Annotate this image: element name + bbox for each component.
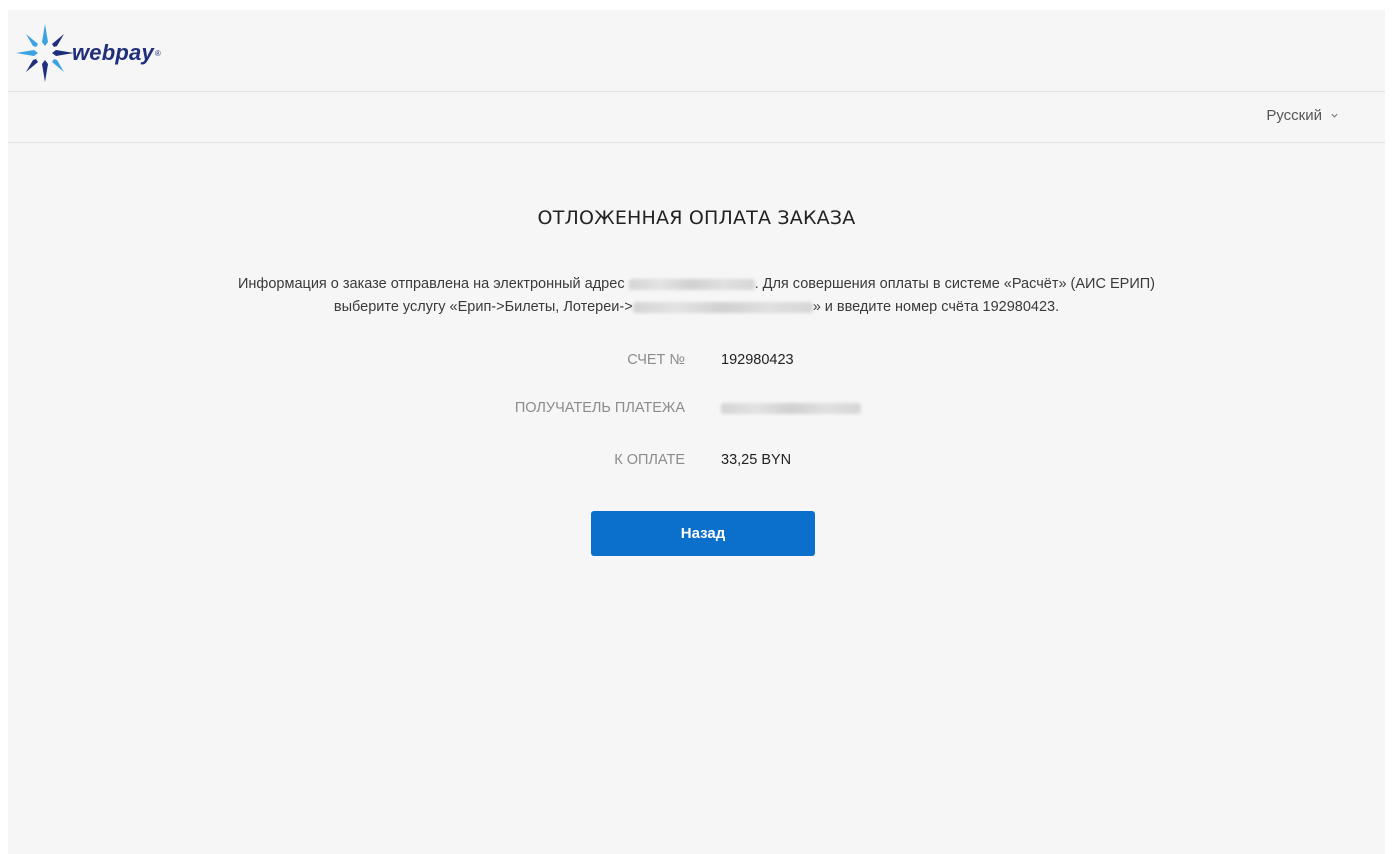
info-text-part2: . Для совершения оплаты в системе «Расчё… bbox=[754, 276, 1155, 292]
chevron-down-icon bbox=[1331, 113, 1338, 118]
detail-row-recipient: ПОЛУЧАТЕЛЬ ПЛАТЕЖА bbox=[8, 400, 1385, 422]
amount-value: 33,25 BYN bbox=[721, 452, 792, 468]
recipient-label: ПОЛУЧАТЕЛЬ ПЛАТЕЖА bbox=[514, 400, 685, 416]
webpay-logo[interactable]: webpay ® bbox=[16, 22, 161, 84]
detail-row-account: СЧЕТ № 192980423 bbox=[8, 352, 1385, 374]
account-label: СЧЕТ № bbox=[627, 352, 685, 368]
amount-label: К ОПЛАТЕ bbox=[614, 452, 685, 468]
account-value: 192980423 bbox=[721, 352, 794, 368]
redacted-service bbox=[632, 301, 813, 313]
info-message: Информация о заказе отправлена на электр… bbox=[158, 273, 1235, 319]
redacted-email bbox=[628, 278, 755, 290]
info-text-part1: Информация о заказе отправлена на электр… bbox=[238, 276, 629, 292]
redacted-recipient bbox=[721, 402, 861, 414]
info-text-part3: выберите услугу «Ерип->Билеты, Лотереи-> bbox=[333, 299, 633, 315]
payment-frame: webpay ® Русский ОТЛОЖЕННАЯ ОПЛАТА ЗАКАЗ… bbox=[8, 10, 1385, 854]
detail-row-amount: К ОПЛАТЕ 33,25 BYN bbox=[8, 452, 1385, 474]
header: webpay ® bbox=[8, 10, 1385, 92]
registered-mark: ® bbox=[154, 48, 161, 58]
language-bar: Русский bbox=[8, 92, 1385, 143]
language-selector[interactable]: Русский bbox=[1266, 107, 1339, 124]
info-text-part4: » и введите номер счёта 192980423. bbox=[812, 299, 1060, 315]
recipient-value bbox=[721, 400, 861, 416]
logo-text: webpay bbox=[72, 40, 154, 65]
page-title: ОТЛОЖЕННАЯ ОПЛАТА ЗАКАЗА bbox=[537, 207, 856, 229]
back-button[interactable]: Назад bbox=[591, 511, 815, 556]
star-logo-icon bbox=[16, 24, 74, 82]
page: webpay ® Русский ОТЛОЖЕННАЯ ОПЛАТА ЗАКАЗ… bbox=[0, 0, 1393, 854]
language-selected: Русский bbox=[1266, 107, 1322, 124]
